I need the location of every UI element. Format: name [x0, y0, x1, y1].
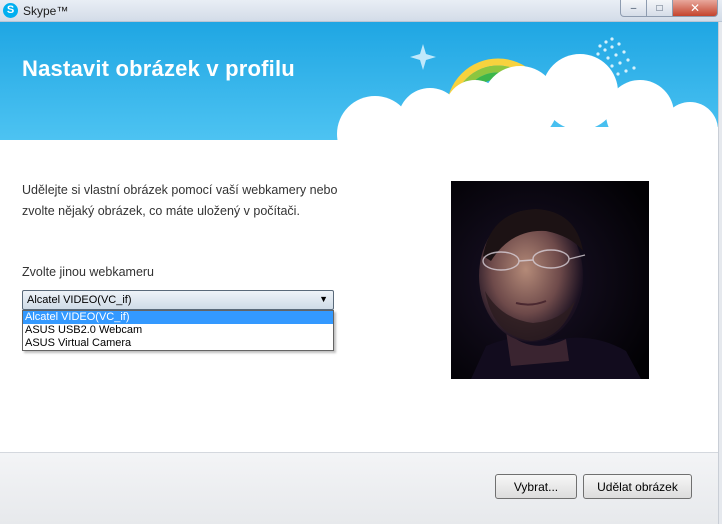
maximize-button[interactable]: □	[647, 0, 673, 17]
window-title: Skype™	[23, 4, 69, 18]
window-edge	[718, 22, 722, 524]
webcam-option[interactable]: ASUS USB2.0 Webcam	[23, 324, 333, 337]
skype-logo-icon: S	[3, 3, 18, 18]
chevron-down-icon[interactable]: ▼	[319, 294, 328, 304]
window-controls: – □ ✕	[620, 0, 718, 17]
take-picture-button[interactable]: Udělat obrázek	[583, 474, 692, 499]
page-title: Nastavit obrázek v profilu	[22, 56, 295, 81]
webcam-select-label: Zvolte jinou webkameru	[22, 265, 155, 279]
webcam-select[interactable]: Alcatel VIDEO(VC_if) ▼	[22, 290, 334, 310]
intro-text: Udělejte si vlastní obrázek pomocí vaší …	[22, 183, 338, 218]
choose-picture-button[interactable]: Vybrat...	[495, 474, 577, 499]
header-banner: Nastavit obrázek v profilu	[0, 22, 718, 140]
title-bar: S Skype™ – □ ✕	[0, 0, 722, 22]
webcam-preview	[451, 181, 649, 379]
dialog-footer: Vybrat... Udělat obrázek	[0, 452, 718, 524]
close-button[interactable]: ✕	[673, 0, 718, 17]
cloud-icon	[337, 54, 718, 140]
sparkle-icon	[410, 44, 436, 70]
webcam-select-value: Alcatel VIDEO(VC_if)	[27, 294, 132, 306]
webcam-option[interactable]: ASUS Virtual Camera	[23, 337, 333, 350]
minimize-button[interactable]: –	[620, 0, 647, 17]
webcam-dropdown-list: Alcatel VIDEO(VC_if) ASUS USB2.0 Webcam …	[22, 310, 334, 351]
webcam-frame-image	[451, 181, 649, 379]
webcam-option[interactable]: Alcatel VIDEO(VC_if)	[23, 311, 333, 324]
